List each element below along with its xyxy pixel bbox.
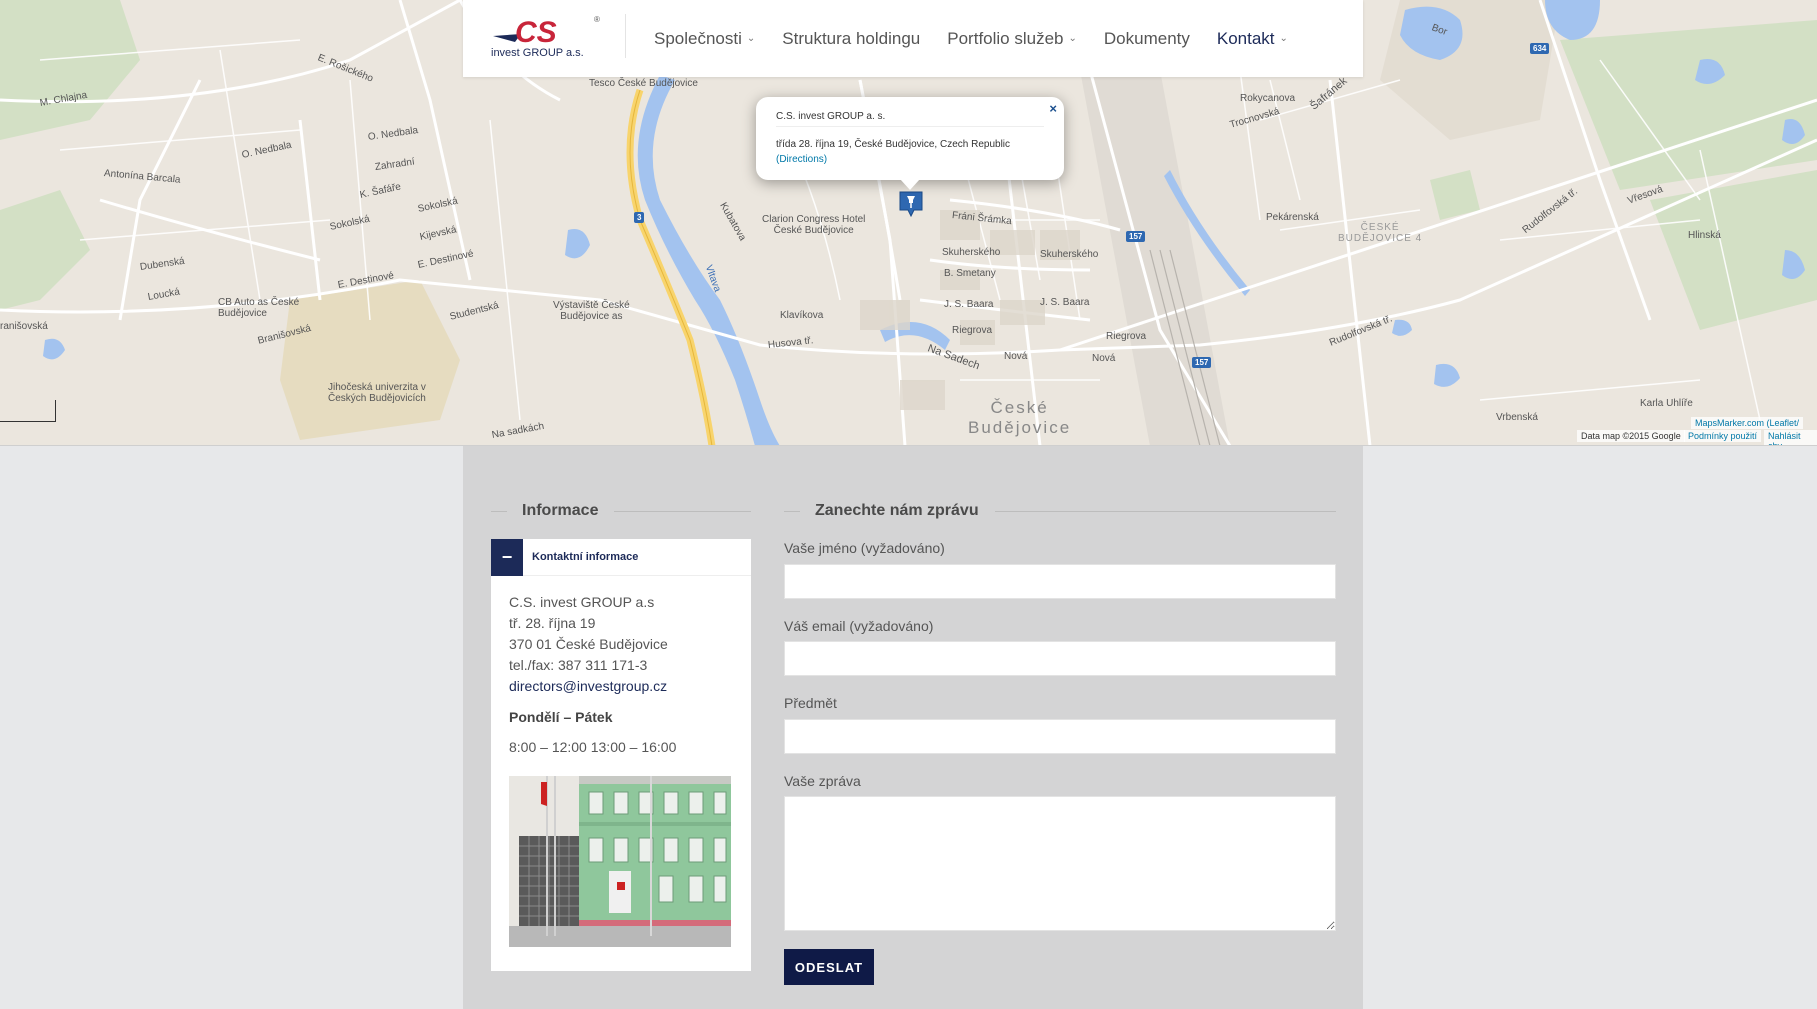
- map-label-jihoceska: Jihočeská univerzita v Českých Budějovic…: [328, 382, 426, 404]
- popup-address: třída 28. října 19, České Budějovice, Cz…: [776, 137, 1044, 167]
- chevron-down-icon: ⌄: [746, 33, 756, 44]
- popup-directions-link[interactable]: (Directions): [776, 154, 827, 165]
- form-title-text: Zanechte nám zprávu: [815, 502, 979, 519]
- map-label-vystaviste: Výstaviště České Budějovice as: [553, 300, 630, 322]
- map-label-cbauto: CB Auto as České Budějovice: [218, 297, 300, 319]
- terms-link[interactable]: Podmínky použití: [1688, 431, 1757, 441]
- nav-item-dokumenty[interactable]: Dokumenty: [1104, 29, 1190, 49]
- building-photo: [509, 776, 731, 947]
- phone: tel./fax: 387 311 171-3: [509, 657, 648, 673]
- info-title-text: Informace: [522, 502, 599, 519]
- route-shield-3: 3: [634, 212, 645, 223]
- nav-label: Kontakt: [1216, 28, 1275, 48]
- name-label: Vaše jméno (vyžadováno): [784, 540, 945, 556]
- chevron-down-icon: ⌄: [1279, 33, 1288, 44]
- title-line: [994, 510, 1336, 512]
- nav-item-kontakt[interactable]: Kontakt ⌄: [1217, 29, 1288, 49]
- logo-reg-text: ®: [594, 15, 600, 24]
- nav-item-struktura[interactable]: Struktura holdingu: [782, 29, 920, 49]
- chevron-down-icon: ⌄: [1068, 33, 1077, 44]
- title-line: [784, 510, 800, 512]
- map-label-nova: Nová: [1004, 351, 1028, 362]
- popup-title: C.S. invest GROUP a. s.: [776, 111, 1044, 127]
- hours-title: Pondělí – Pátek: [509, 709, 613, 725]
- nav-label: Dokumenty: [1103, 28, 1190, 48]
- logo[interactable]: CS ® invest GROUP a.s.: [491, 12, 611, 62]
- map-attribution-report[interactable]: Nahlásit chy: [1764, 430, 1817, 445]
- map-label-hlinska: Hlinská: [1688, 230, 1721, 241]
- logo-mark-text: CS: [515, 16, 557, 49]
- map-label-riegrova: Riegrova: [952, 325, 993, 336]
- hours-text: 8:00 – 12:00 13:00 – 16:00: [509, 739, 677, 755]
- map-label-riegrova-2: Riegrova: [1106, 331, 1147, 342]
- submit-button[interactable]: ODESLAT: [784, 949, 874, 985]
- map-label-baara-2: J. S. Baara: [1040, 297, 1090, 308]
- nav-label: Společnosti: [654, 28, 742, 48]
- map-pin-icon[interactable]: [898, 190, 924, 218]
- map-label-cb-city: České Budějovice: [968, 398, 1072, 437]
- header-divider: [625, 14, 626, 58]
- map-label-klavikova: Klavíkova: [780, 310, 824, 321]
- accordion-label: Kontaktní informace: [532, 551, 639, 563]
- map-label-baara: J. S. Baara: [944, 299, 994, 310]
- nav-label: Struktura holdingu: [782, 28, 921, 48]
- title-line: [491, 510, 507, 512]
- route-shield-157a: 157: [1126, 231, 1146, 242]
- name-input[interactable]: [784, 564, 1336, 599]
- site-header: CS ® invest GROUP a.s. Společnosti ⌄ Str…: [463, 0, 1363, 77]
- report-link[interactable]: Nahlásit chy: [1768, 431, 1801, 445]
- mapsmarker-link[interactable]: MapsMarker.com (Leaflet/: [1695, 418, 1799, 428]
- map-label-tesco: Tesco České Budějovice: [589, 78, 698, 89]
- email-input[interactable]: [784, 641, 1336, 676]
- message-label: Vaše zpráva: [784, 773, 861, 789]
- map-scale-bar: [0, 400, 56, 422]
- map-label-branisovska-2: ranišovská: [0, 321, 48, 332]
- map-label-karla: Karla Uhlíře: [1640, 398, 1693, 409]
- info-card: − Kontaktní informace C.S. invest GROUP …: [491, 538, 751, 971]
- logo-text: invest GROUP a.s.: [491, 47, 584, 59]
- email-link[interactable]: directors@investgroup.cz: [509, 678, 667, 694]
- route-shield-157b: 157: [1192, 357, 1212, 368]
- main-nav: Společnosti ⌄ Struktura holdingu Portfol…: [654, 0, 1315, 77]
- street-address: tř. 28. října 19: [509, 615, 596, 631]
- logo-mark-icon: CS ® invest GROUP a.s.: [491, 15, 600, 59]
- subject-label: Předmět: [784, 695, 837, 711]
- collapse-icon[interactable]: −: [491, 538, 523, 576]
- nav-label: Portfolio služeb: [947, 28, 1064, 48]
- info-section-title: Informace: [491, 502, 751, 520]
- title-line: [614, 510, 751, 512]
- map-attribution-terms[interactable]: Podmínky použití: [1684, 430, 1762, 442]
- route-shield-634: 634: [1530, 43, 1550, 54]
- map-label-smetany: B. Smetany: [944, 268, 996, 279]
- map-attribution-mapsmarker[interactable]: MapsMarker.com (Leaflet/: [1691, 417, 1804, 429]
- form-section-title: Zanechte nám zprávu: [784, 502, 1336, 520]
- map-popup: × C.S. invest GROUP a. s. třída 28. říjn…: [756, 97, 1064, 190]
- city-address: 370 01 České Budějovice: [509, 636, 668, 652]
- map-label-rokycanova: Rokycanova: [1240, 93, 1296, 104]
- subject-input[interactable]: [784, 719, 1336, 754]
- map-label-skuherskeho: Skuherského: [942, 247, 1001, 258]
- map-label-vrbenska: Vrbenská: [1496, 412, 1538, 423]
- email-label: Váš email (vyžadováno): [784, 618, 934, 634]
- accordion-body: C.S. invest GROUP a.s tř. 28. října 19 3…: [491, 576, 751, 758]
- company-name: C.S. invest GROUP a.s: [509, 594, 655, 610]
- map-attribution-data: Data map ©2015 Google: [1577, 430, 1685, 442]
- accordion-header[interactable]: − Kontaktní informace: [491, 538, 751, 576]
- nav-item-spolecnosti[interactable]: Společnosti ⌄: [654, 29, 755, 49]
- popup-address-text: třída 28. října 19, České Budějovice, Cz…: [776, 139, 1011, 150]
- message-textarea[interactable]: [784, 796, 1336, 931]
- popup-close-icon[interactable]: ×: [1049, 101, 1057, 116]
- map-label-clarion: Clarion Congress Hotel České Budějovice: [762, 214, 866, 236]
- contact-section: Informace − Kontaktní informace C.S. inv…: [463, 446, 1363, 1009]
- map-label-cb4: ČESKÉ BUDĚJOVICE 4: [1338, 222, 1423, 244]
- map-label-nova-2: Nová: [1092, 353, 1116, 364]
- map-label-pekarenska: Pekárenská: [1266, 212, 1319, 223]
- nav-item-portfolio[interactable]: Portfolio služeb ⌄: [947, 29, 1077, 49]
- map-label-skuherskeho-2: Skuherského: [1040, 249, 1099, 260]
